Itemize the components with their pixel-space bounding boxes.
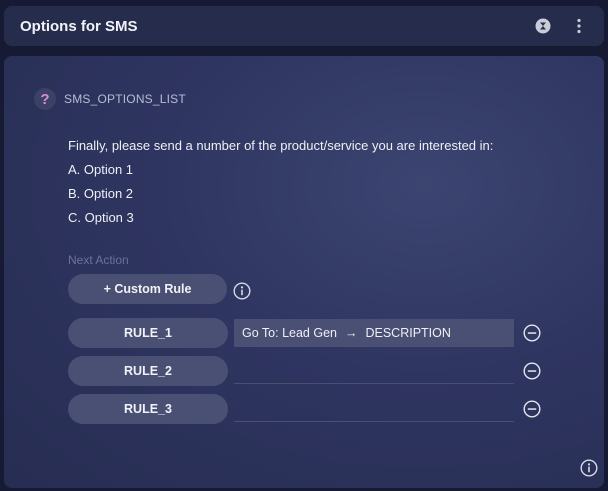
- remove-circle-icon[interactable]: [523, 324, 541, 347]
- custom-rule-button[interactable]: + Custom Rule: [68, 274, 227, 304]
- info-icon[interactable]: [580, 459, 598, 482]
- rule-row: RULE_1 Go To: Lead Gen → DESCRIPTION: [68, 318, 548, 348]
- rule-target[interactable]: Go To: Lead Gen → DESCRIPTION: [234, 319, 514, 347]
- question-icon: ?: [34, 88, 56, 110]
- rule-row: RULE_2: [68, 356, 548, 386]
- message-line: C. Option 3: [68, 210, 134, 225]
- rule-target[interactable]: [234, 358, 514, 384]
- more-options-icon[interactable]: [570, 17, 588, 35]
- rule-target-node: DESCRIPTION: [365, 326, 451, 340]
- message-body: Finally, please send a number of the pro…: [68, 134, 568, 230]
- message-line: A. Option 1: [68, 162, 134, 177]
- rule-row: RULE_3: [68, 394, 548, 424]
- header-actions: [534, 17, 588, 35]
- node-panel: ? SMS_OPTIONS_LIST Finally, please send …: [4, 56, 604, 488]
- message-line: Finally, please send a number of the pro…: [68, 138, 494, 153]
- header-title: Options for SMS: [20, 17, 138, 35]
- info-icon[interactable]: [233, 282, 251, 305]
- remove-circle-icon[interactable]: [523, 362, 541, 385]
- node-name: SMS_OPTIONS_LIST: [64, 92, 186, 106]
- arrow-icon: →: [344, 326, 358, 340]
- message-line: B. Option 2: [68, 186, 134, 201]
- rule-target-prefix: Go To: Lead Gen: [242, 326, 337, 340]
- node-label: ? SMS_OPTIONS_LIST: [34, 88, 186, 110]
- remove-circle-icon[interactable]: [523, 400, 541, 423]
- hourglass-close-icon[interactable]: [534, 17, 552, 35]
- rule-button[interactable]: RULE_2: [68, 356, 228, 386]
- next-action-label: Next Action: [68, 253, 129, 267]
- header-bar: Options for SMS: [4, 6, 604, 46]
- rule-button[interactable]: RULE_3: [68, 394, 228, 424]
- rule-button[interactable]: RULE_1: [68, 318, 228, 348]
- rule-target[interactable]: [234, 396, 514, 422]
